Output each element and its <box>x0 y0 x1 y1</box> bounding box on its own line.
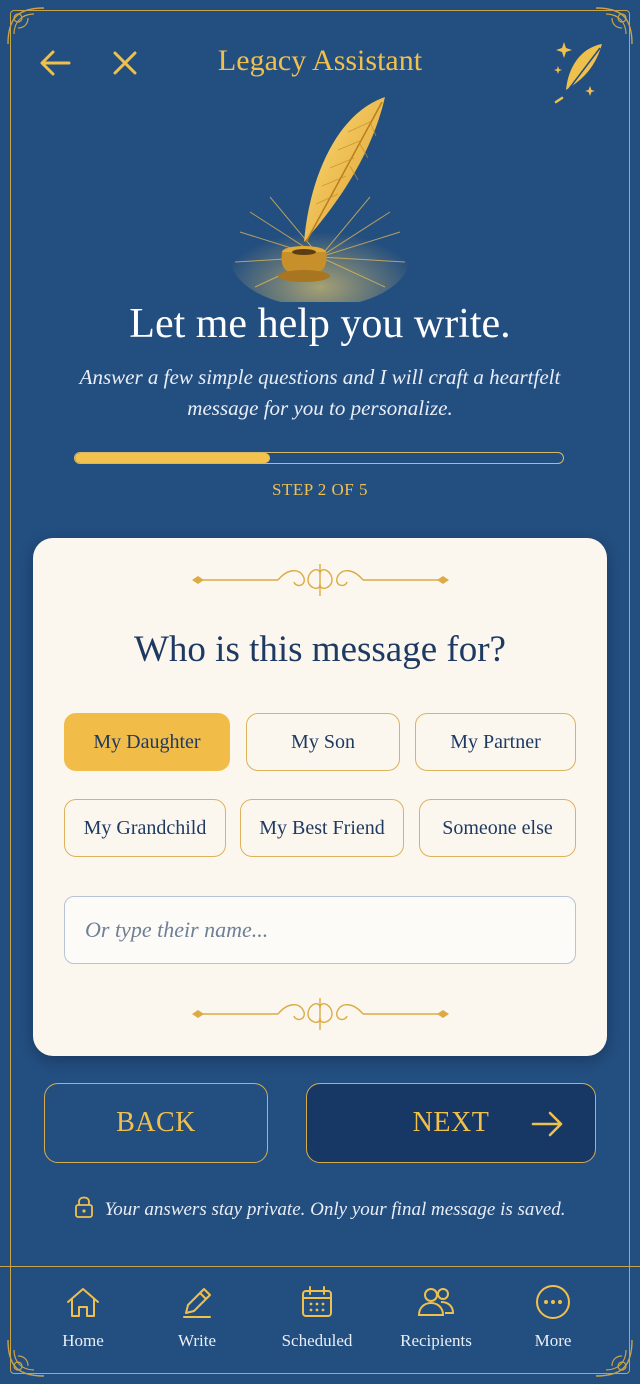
headline: Let me help you write. <box>129 301 511 347</box>
question-card: Who is this message for? My Daughter My … <box>33 538 607 1056</box>
nav-item-home[interactable]: Home <box>28 1283 138 1351</box>
back-button[interactable]: BACK <box>44 1083 268 1163</box>
step-label: STEP 2 OF 5 <box>271 480 369 499</box>
lock-icon <box>74 1196 94 1224</box>
nav-label: Scheduled <box>281 1331 353 1350</box>
privacy-note: Your answers stay private. Only your fin… <box>0 1196 640 1224</box>
pencil-icon <box>142 1283 252 1321</box>
flourish-ornament <box>188 560 453 600</box>
nav-item-more[interactable]: More <box>498 1283 608 1351</box>
nav-label: More <box>534 1331 572 1350</box>
option-my-son[interactable]: My Son <box>246 713 400 771</box>
nav-label: Home <box>62 1331 104 1350</box>
back-button-label: BACK <box>116 1107 196 1138</box>
page-title: Legacy Assistant <box>217 44 423 77</box>
feather-quill-icon <box>550 38 610 104</box>
name-input[interactable] <box>64 896 576 964</box>
question-title: Who is this message for? <box>134 629 506 670</box>
more-icon <box>498 1283 608 1321</box>
option-my-best-friend[interactable]: My Best Friend <box>240 799 404 857</box>
nav-item-recipients[interactable]: Recipients <box>381 1283 491 1351</box>
people-icon <box>381 1283 491 1321</box>
option-my-daughter[interactable]: My Daughter <box>64 713 230 771</box>
privacy-text: Your answers stay private. Only your fin… <box>104 1199 566 1220</box>
option-my-grandchild[interactable]: My Grandchild <box>64 799 226 857</box>
calendar-icon <box>262 1283 372 1321</box>
next-button[interactable]: NEXT <box>306 1083 596 1163</box>
progress-fill <box>75 453 271 463</box>
bottom-nav: Home Write Scheduled Recipients More <box>0 1266 640 1375</box>
home-icon <box>28 1283 138 1321</box>
nav-label: Recipients <box>400 1331 472 1350</box>
quill-inkwell-illustration <box>220 92 420 307</box>
option-someone-else[interactable]: Someone else <box>419 799 576 857</box>
arrow-right-icon <box>531 1110 565 1146</box>
subtext: Answer a few simple questions and I will… <box>79 365 561 420</box>
nav-item-scheduled[interactable]: Scheduled <box>262 1283 372 1351</box>
flourish-ornament <box>188 994 453 1034</box>
next-button-label: NEXT <box>412 1107 490 1138</box>
nav-label: Write <box>177 1331 217 1350</box>
app-header: Legacy Assistant <box>0 30 640 104</box>
option-my-partner[interactable]: My Partner <box>415 713 576 771</box>
progress-bar <box>74 452 564 464</box>
nav-item-write[interactable]: Write <box>142 1283 252 1351</box>
